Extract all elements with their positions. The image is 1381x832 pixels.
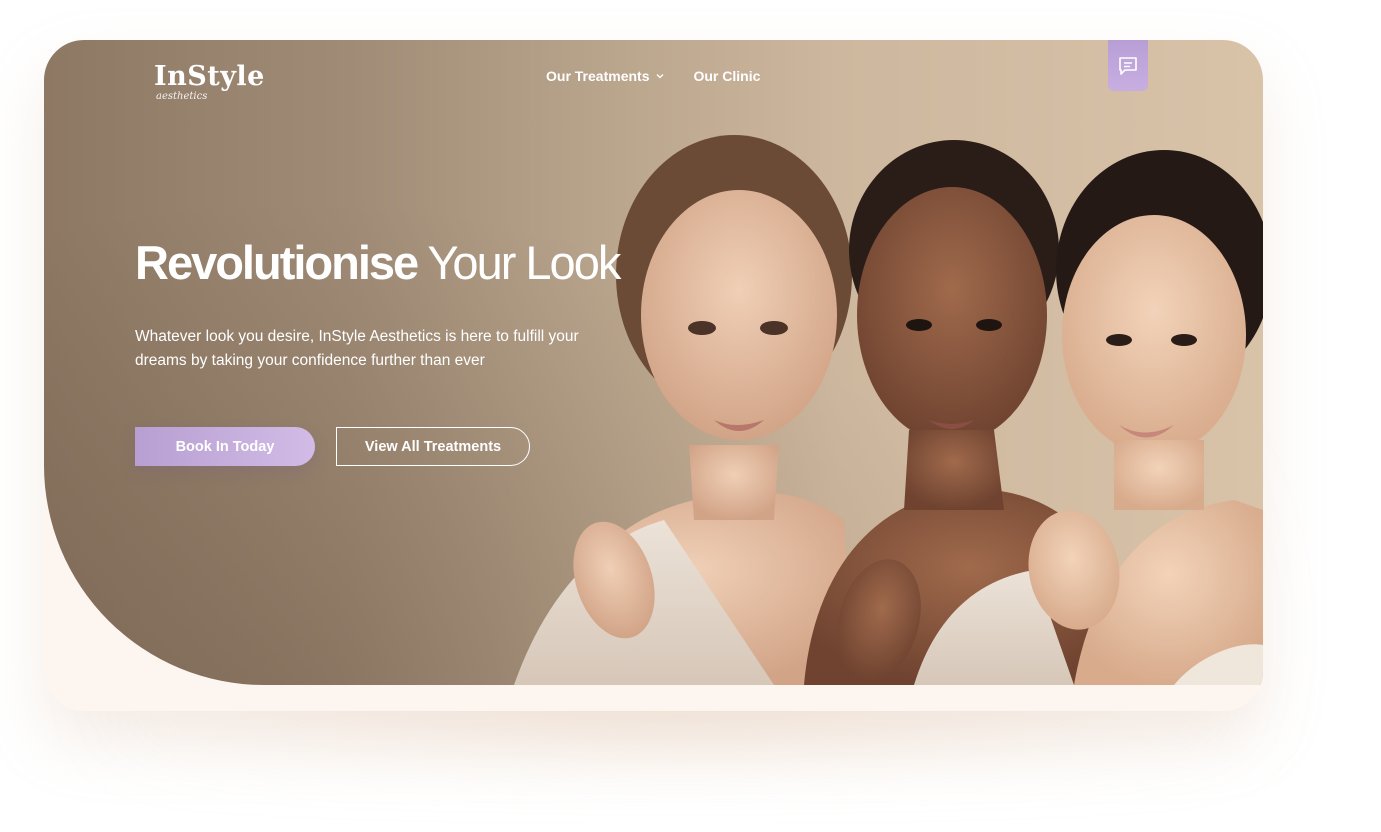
nav-item-our-treatments[interactable]: Our Treatments xyxy=(546,68,665,84)
headline-light: Your Look xyxy=(427,236,621,289)
book-in-today-button[interactable]: Book In Today xyxy=(135,427,315,466)
view-all-treatments-button[interactable]: View All Treatments xyxy=(336,427,530,466)
hero-card: InStyle aesthetics Our Treatments Our Cl… xyxy=(44,40,1263,711)
chat-bubble-icon xyxy=(1119,56,1137,75)
headline-strong: Revolutionise xyxy=(135,236,419,289)
nav-item-our-clinic[interactable]: Our Clinic xyxy=(693,68,760,84)
nav-item-label: Our Clinic xyxy=(693,68,761,84)
page: InStyle aesthetics Our Treatments Our Cl… xyxy=(0,0,1381,832)
hero-headline: Revolutionise Your Look xyxy=(135,234,621,292)
main-nav: Our Treatments Our Clinic xyxy=(546,68,760,84)
hero-section: InStyle aesthetics Our Treatments Our Cl… xyxy=(44,40,1263,685)
chevron-down-icon xyxy=(657,74,664,79)
hero-models-image xyxy=(514,135,1263,685)
nav-item-label: Our Treatments xyxy=(546,68,650,84)
brand-tagline: aesthetics xyxy=(156,91,208,102)
brand-name: InStyle xyxy=(154,61,265,92)
hero-subtext: Whatever look you desire, InStyle Aesthe… xyxy=(135,328,579,369)
chat-button[interactable] xyxy=(1108,40,1148,91)
brand-logo[interactable]: InStyle aesthetics xyxy=(154,62,265,102)
